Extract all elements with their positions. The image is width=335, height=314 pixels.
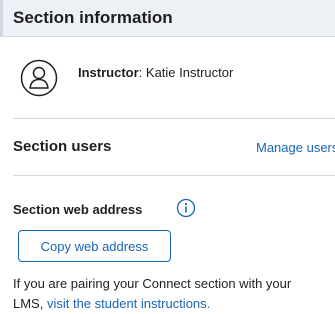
instructor-separator: :: [138, 65, 146, 80]
instructor-label: Instructor: [78, 65, 139, 80]
copy-web-address-button[interactable]: Copy web address: [18, 230, 171, 262]
page-title: Section information: [13, 8, 173, 27]
pairing-text-line2: LMS,: [13, 296, 44, 311]
info-icon[interactable]: [176, 198, 196, 218]
pairing-text-line1: If you are pairing your Connect section …: [13, 276, 292, 291]
instructor-info: Instructor: Katie Instructor: [78, 65, 233, 80]
section-info-header: Section information: [0, 0, 335, 37]
user-avatar-icon: [20, 59, 58, 97]
pairing-instructions: If you are pairing your Connect section …: [13, 274, 335, 314]
divider: [13, 175, 335, 176]
section-web-address-heading: Section web address: [13, 202, 143, 217]
manage-users-link[interactable]: Manage users: [256, 140, 335, 155]
instructor-name: Katie Instructor: [145, 65, 234, 80]
divider: [13, 118, 335, 119]
section-users-heading: Section users: [13, 138, 112, 155]
student-instructions-link[interactable]: visit the student instructions.: [47, 296, 210, 311]
